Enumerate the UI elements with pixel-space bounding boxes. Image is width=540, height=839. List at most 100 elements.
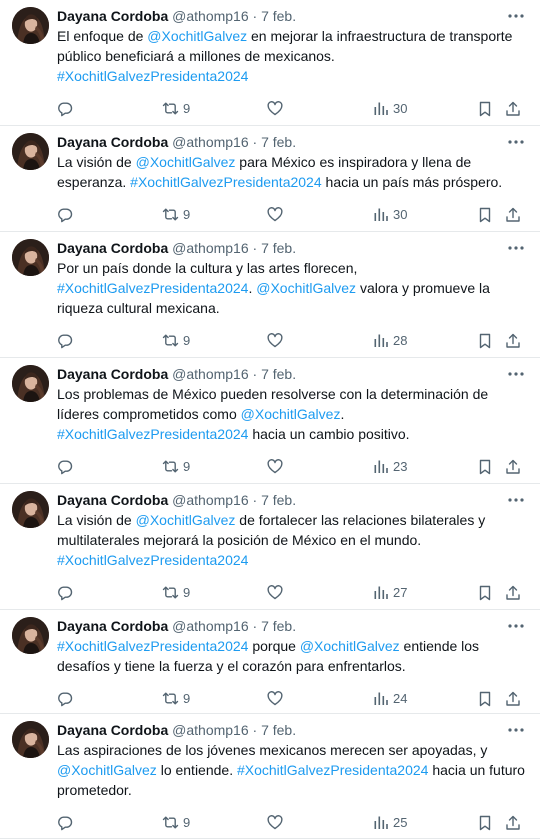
reply-button[interactable] [57, 585, 73, 601]
hashtag-link[interactable]: #XochitlGalvezPresidenta2024 [57, 552, 248, 568]
author-name[interactable]: Dayana Cordoba [57, 722, 168, 738]
share-button[interactable] [505, 585, 521, 601]
more-icon[interactable] [506, 364, 526, 384]
bookmark-button[interactable] [478, 333, 492, 349]
more-icon[interactable] [506, 616, 526, 636]
more-icon[interactable] [506, 6, 526, 26]
author-name[interactable]: Dayana Cordoba [57, 492, 168, 508]
timestamp[interactable]: 7 feb. [261, 240, 296, 256]
text-segment: . [340, 406, 345, 422]
share-button[interactable] [505, 101, 521, 117]
tweet[interactable]: Dayana Cordoba @athomp16 · 7 feb. Los pr… [0, 358, 540, 484]
hashtag-link[interactable]: #XochitlGalvezPresidenta2024 [57, 426, 248, 442]
retweet-button[interactable]: 9 [162, 691, 190, 706]
hashtag-link[interactable]: #XochitlGalvezPresidenta2024 [130, 174, 321, 190]
tweet[interactable]: Dayana Cordoba @athomp16 · 7 feb. El enf… [0, 0, 540, 126]
avatar[interactable] [12, 491, 49, 528]
share-button[interactable] [505, 207, 521, 223]
timestamp[interactable]: 7 feb. [261, 134, 296, 150]
author-name[interactable]: Dayana Cordoba [57, 618, 168, 634]
hashtag-link[interactable]: #XochitlGalvezPresidenta2024 [237, 762, 428, 778]
more-icon[interactable] [506, 490, 526, 510]
avatar[interactable] [12, 365, 49, 402]
hashtag-link[interactable]: #XochitlGalvezPresidenta2024 [57, 638, 248, 654]
views-button[interactable]: 23 [373, 459, 407, 474]
tweet[interactable]: Dayana Cordoba @athomp16 · 7 feb. Las as… [0, 714, 540, 839]
bookmark-button[interactable] [478, 101, 492, 117]
like-button[interactable] [267, 585, 283, 600]
like-button[interactable] [267, 333, 283, 348]
author-handle[interactable]: @athomp16 [172, 492, 248, 508]
tweet[interactable]: Dayana Cordoba @athomp16 · 7 feb. Por un… [0, 232, 540, 358]
share-button[interactable] [505, 333, 521, 349]
bookmark-button[interactable] [478, 585, 492, 601]
views-button[interactable]: 27 [373, 585, 407, 600]
avatar[interactable] [12, 721, 49, 758]
like-button[interactable] [267, 815, 283, 830]
timestamp[interactable]: 7 feb. [261, 366, 296, 382]
bookmark-button[interactable] [478, 459, 492, 475]
reply-button[interactable] [57, 691, 73, 707]
tweet[interactable]: Dayana Cordoba @athomp16 · 7 feb. La vis… [0, 126, 540, 232]
mention-link[interactable]: @XochitlGalvez [256, 280, 356, 296]
mention-link[interactable]: @XochitlGalvez [241, 406, 341, 422]
retweet-button[interactable]: 9 [162, 459, 190, 474]
mention-link[interactable]: @XochitlGalvez [300, 638, 400, 654]
timestamp[interactable]: 7 feb. [261, 618, 296, 634]
avatar[interactable] [12, 133, 49, 170]
views-button[interactable]: 28 [373, 333, 407, 348]
share-button[interactable] [505, 691, 521, 707]
author-name[interactable]: Dayana Cordoba [57, 8, 168, 24]
like-button[interactable] [267, 207, 283, 222]
tweet[interactable]: Dayana Cordoba @athomp16 · 7 feb. #Xochi… [0, 610, 540, 714]
reply-button[interactable] [57, 101, 73, 117]
retweet-button[interactable]: 9 [162, 207, 190, 222]
author-handle[interactable]: @athomp16 [172, 722, 248, 738]
timestamp[interactable]: 7 feb. [261, 8, 296, 24]
share-button[interactable] [505, 459, 521, 475]
like-button[interactable] [267, 691, 283, 706]
views-button[interactable]: 25 [373, 815, 407, 830]
retweet-button[interactable]: 9 [162, 101, 190, 116]
author-handle[interactable]: @athomp16 [172, 240, 248, 256]
avatar[interactable] [12, 617, 49, 654]
mention-link[interactable]: @XochitlGalvez [136, 512, 236, 528]
bookmark-button[interactable] [478, 691, 492, 707]
like-button[interactable] [267, 101, 283, 116]
retweet-button[interactable]: 9 [162, 333, 190, 348]
bookmark-button[interactable] [478, 207, 492, 223]
reply-button[interactable] [57, 815, 73, 831]
more-icon[interactable] [506, 132, 526, 152]
retweet-button[interactable]: 9 [162, 815, 190, 830]
author-name[interactable]: Dayana Cordoba [57, 134, 168, 150]
reply-button[interactable] [57, 333, 73, 349]
author-handle[interactable]: @athomp16 [172, 134, 248, 150]
more-icon[interactable] [506, 720, 526, 740]
hashtag-link[interactable]: #XochitlGalvezPresidenta2024 [57, 68, 248, 84]
author-name[interactable]: Dayana Cordoba [57, 366, 168, 382]
reply-button[interactable] [57, 459, 73, 475]
hashtag-link[interactable]: #XochitlGalvezPresidenta2024 [57, 280, 248, 296]
mention-link[interactable]: @XochitlGalvez [136, 154, 236, 170]
more-icon[interactable] [506, 238, 526, 258]
tweet-text: La visión de @XochitlGalvez para México … [57, 152, 527, 192]
author-handle[interactable]: @athomp16 [172, 366, 248, 382]
author-name[interactable]: Dayana Cordoba [57, 240, 168, 256]
avatar[interactable] [12, 239, 49, 276]
tweet[interactable]: Dayana Cordoba @athomp16 · 7 feb. La vis… [0, 484, 540, 610]
avatar[interactable] [12, 7, 49, 44]
timestamp[interactable]: 7 feb. [261, 722, 296, 738]
retweet-button[interactable]: 9 [162, 585, 190, 600]
reply-button[interactable] [57, 207, 73, 223]
timestamp[interactable]: 7 feb. [261, 492, 296, 508]
mention-link[interactable]: @XochitlGalvez [147, 28, 247, 44]
mention-link[interactable]: @XochitlGalvez [57, 762, 157, 778]
bookmark-button[interactable] [478, 815, 492, 831]
author-handle[interactable]: @athomp16 [172, 618, 248, 634]
like-button[interactable] [267, 459, 283, 474]
author-handle[interactable]: @athomp16 [172, 8, 248, 24]
views-button[interactable]: 30 [373, 101, 407, 116]
views-button[interactable]: 30 [373, 207, 407, 222]
share-button[interactable] [505, 815, 521, 831]
views-button[interactable]: 24 [373, 691, 407, 706]
